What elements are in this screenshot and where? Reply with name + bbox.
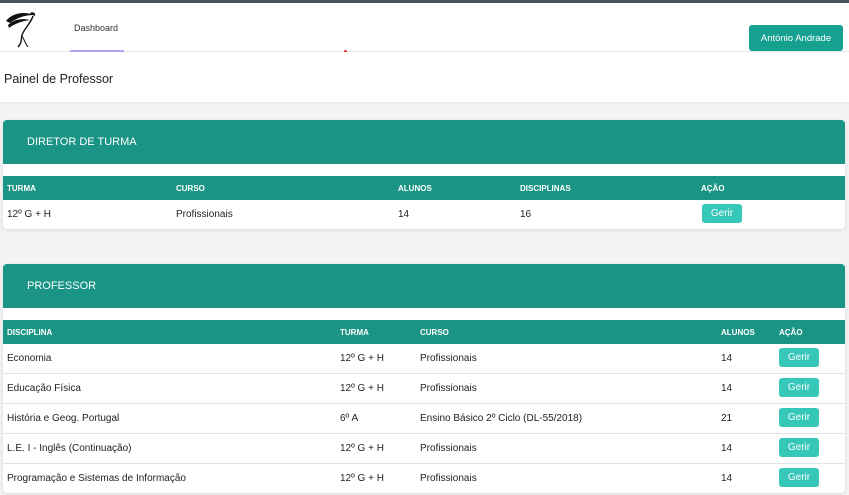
cell-disciplina: L.E. I - Inglês (Continuação)	[7, 443, 132, 454]
col-acao: AÇÃO	[701, 184, 725, 193]
col-curso: CURSO	[420, 328, 449, 337]
nav-dashboard-link[interactable]: Dashboard	[74, 23, 118, 33]
cell-alunos: 14	[721, 473, 733, 484]
gerir-button[interactable]: Gerir	[779, 378, 819, 397]
col-turma: TURMA	[7, 184, 36, 193]
professor-table-header: DISCIPLINA TURMA CURSO ALUNOS AÇÃO	[3, 320, 845, 344]
col-disciplina: DISCIPLINA	[7, 328, 53, 337]
gerir-button[interactable]: Gerir	[779, 438, 819, 457]
cell-curso: Profissionais	[420, 353, 477, 364]
cell-turma: 12º G + H	[340, 443, 384, 454]
cell-disciplina: História e Geog. Portugal	[7, 413, 120, 424]
page-title: Painel de Professor	[4, 72, 114, 86]
cell-curso: Profissionais	[420, 383, 477, 394]
cell-curso: Profissionais	[176, 209, 233, 220]
col-disciplinas: DISCIPLINAS	[520, 184, 571, 193]
cell-disciplina: Economia	[7, 353, 52, 364]
navbar: Dashboard António Andrade	[0, 3, 849, 52]
cell-disciplina: Programação e Sistemas de Informação	[7, 473, 186, 484]
cell-turma: 12º G + H	[340, 473, 384, 484]
table-row: História e Geog. Portugal 6º A Ensino Bá…	[3, 404, 845, 434]
table-row: Educação Física 12º G + H Profissionais …	[3, 374, 845, 404]
cell-disciplinas: 16	[520, 209, 532, 220]
diretor-turma-header: DIRETOR DE TURMA	[3, 120, 845, 164]
cell-alunos: 14	[721, 353, 733, 364]
col-acao: AÇÃO	[779, 328, 803, 337]
diretor-turma-card: DIRETOR DE TURMA TURMA CURSO ALUNOS DISC…	[3, 120, 845, 229]
table-row: 12º G + H Profissionais 14 16 Gerir	[3, 200, 845, 229]
bird-logo-icon[interactable]	[4, 9, 38, 49]
table-row: Economia 12º G + H Profissionais 14 Geri…	[3, 344, 845, 374]
page-header: Painel de Professor	[0, 52, 849, 102]
cell-turma: 6º A	[340, 413, 359, 424]
table-row: Programação e Sistemas de Informação 12º…	[3, 464, 845, 493]
diretor-turma-table-header: TURMA CURSO ALUNOS DISCIPLINAS AÇÃO	[3, 176, 845, 200]
cell-alunos: 14	[721, 443, 733, 454]
professor-card: PROFESSOR DISCIPLINA TURMA CURSO ALUNOS …	[3, 264, 845, 493]
gerir-button[interactable]: Gerir	[702, 204, 742, 223]
col-curso: CURSO	[176, 184, 205, 193]
cell-alunos: 14	[398, 209, 410, 220]
col-alunos: ALUNOS	[398, 184, 432, 193]
cell-turma: 12º G + H	[7, 209, 51, 220]
col-turma: TURMA	[340, 328, 369, 337]
cell-curso: Profissionais	[420, 473, 477, 484]
gerir-button[interactable]: Gerir	[779, 348, 819, 367]
table-row: L.E. I - Inglês (Continuação) 12º G + H …	[3, 434, 845, 464]
gerir-button[interactable]: Gerir	[779, 408, 819, 427]
cell-alunos: 14	[721, 383, 733, 394]
cell-turma: 12º G + H	[340, 353, 384, 364]
cell-curso: Profissionais	[420, 443, 477, 454]
user-menu-button[interactable]: António Andrade	[749, 25, 843, 51]
cell-disciplina: Educação Física	[7, 383, 81, 394]
cell-turma: 12º G + H	[340, 383, 384, 394]
cell-alunos: 21	[721, 413, 733, 424]
professor-header: PROFESSOR	[3, 264, 845, 308]
col-alunos: ALUNOS	[721, 328, 755, 337]
gerir-button[interactable]: Gerir	[779, 468, 819, 487]
cell-curso: Ensino Básico 2º Ciclo (DL-55/2018)	[420, 413, 583, 424]
